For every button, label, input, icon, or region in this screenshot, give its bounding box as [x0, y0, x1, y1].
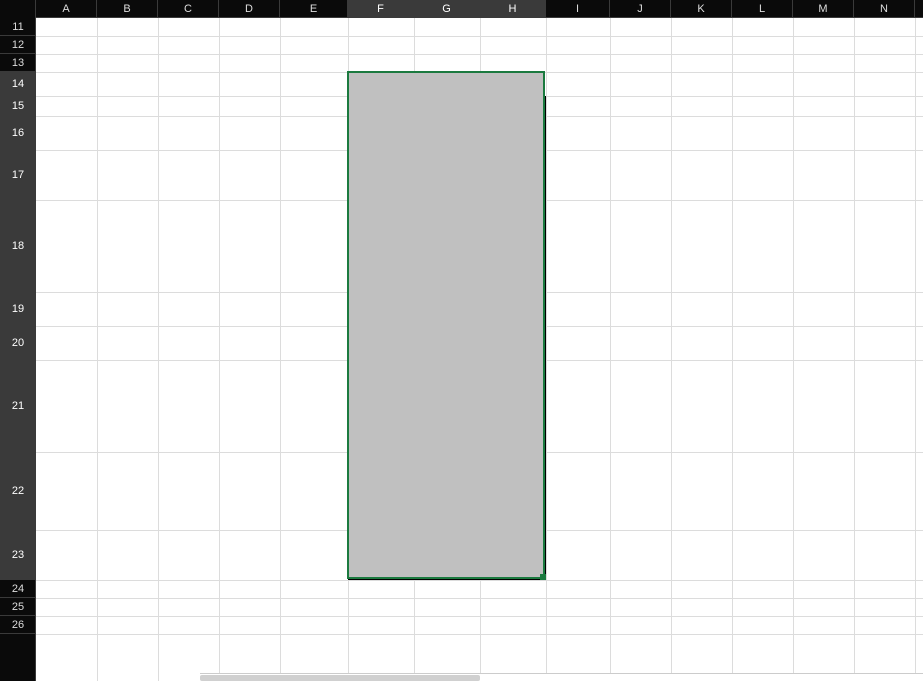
horizontal-scrollbar-thumb[interactable]	[200, 675, 480, 681]
row-header-14[interactable]: 14	[0, 72, 36, 96]
row-header-18[interactable]: 18	[0, 200, 36, 292]
row-header-15[interactable]: 15	[0, 96, 36, 116]
row-header-20[interactable]: 20	[0, 326, 36, 360]
selection-rectangle	[347, 71, 545, 579]
gridline-vertical	[671, 18, 672, 681]
column-header-J[interactable]: J	[610, 0, 671, 18]
gridline-vertical	[793, 18, 794, 681]
cells-area[interactable]: ExampleCompanyContactCountryAlfreds Futt…	[36, 18, 923, 681]
column-header-I[interactable]: I	[546, 0, 610, 18]
column-header-L[interactable]: L	[732, 0, 793, 18]
horizontal-scrollbar[interactable]	[200, 673, 923, 681]
row-header-11[interactable]: 11	[0, 18, 36, 36]
row-header-16[interactable]: 16	[0, 116, 36, 150]
column-header-D[interactable]: D	[219, 0, 280, 18]
column-headers: ABCDEFGHIJKLMN	[0, 0, 923, 18]
gridline-vertical	[915, 18, 916, 681]
gridline-horizontal	[36, 634, 923, 635]
gridline-horizontal	[36, 598, 923, 599]
gridline-vertical	[280, 18, 281, 681]
column-header-H[interactable]: H	[480, 0, 546, 18]
fill-handle[interactable]	[540, 574, 546, 580]
spreadsheet-grid: ABCDEFGHIJKLMN 1112131415161718192021222…	[0, 0, 923, 681]
column-header-E[interactable]: E	[280, 0, 348, 18]
row-header-21[interactable]: 21	[0, 360, 36, 452]
gridline-vertical	[610, 18, 611, 681]
row-header-25[interactable]: 25	[0, 598, 36, 616]
row-header-26[interactable]: 26	[0, 616, 36, 634]
gridline-vertical	[854, 18, 855, 681]
gridline-horizontal	[36, 36, 923, 37]
row-header-22[interactable]: 22	[0, 452, 36, 530]
row-header-19[interactable]: 19	[0, 292, 36, 326]
gridline-vertical	[97, 18, 98, 681]
row-header-24[interactable]: 24	[0, 580, 36, 598]
row-header-12[interactable]: 12	[0, 36, 36, 54]
gridline-horizontal	[36, 616, 923, 617]
column-header-N[interactable]: N	[854, 0, 915, 18]
column-header-K[interactable]: K	[671, 0, 732, 18]
row-header-23[interactable]: 23	[0, 530, 36, 580]
row-headers: 11121314151617181920212223242526	[0, 18, 36, 681]
row-header-17[interactable]: 17	[0, 150, 36, 200]
gridline-vertical	[219, 18, 220, 681]
gridline-horizontal	[36, 54, 923, 55]
gridline-vertical	[158, 18, 159, 681]
gridline-horizontal	[36, 580, 923, 581]
column-header-C[interactable]: C	[158, 0, 219, 18]
column-header-F[interactable]: F	[348, 0, 414, 18]
column-header-M[interactable]: M	[793, 0, 854, 18]
gridline-vertical	[546, 18, 547, 681]
column-header-A[interactable]: A	[36, 0, 97, 18]
select-all-corner[interactable]	[0, 0, 36, 18]
gridline-vertical	[732, 18, 733, 681]
column-header-G[interactable]: G	[414, 0, 480, 18]
column-header-B[interactable]: B	[97, 0, 158, 18]
row-header-13[interactable]: 13	[0, 54, 36, 72]
